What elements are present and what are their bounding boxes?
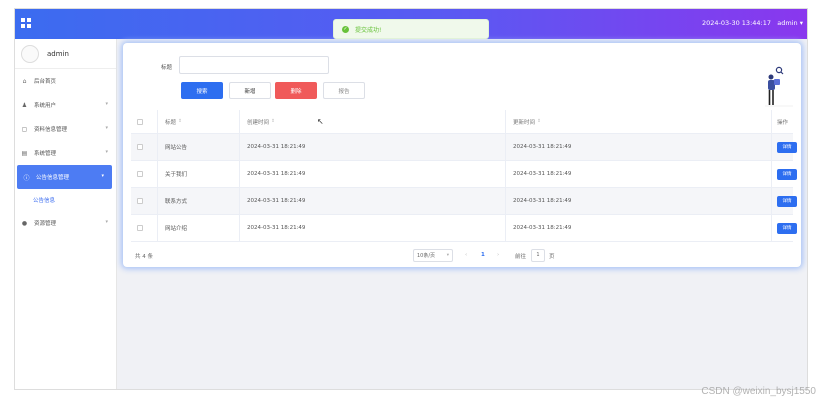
success-toast: ✓ 提交成功!: [333, 19, 489, 39]
column-header-updated[interactable]: 更新时间 ⇕: [513, 110, 541, 133]
table-row: 联系方式 2024-03-31 18:21:49 2024-03-31 18:21:…: [131, 188, 797, 215]
cell-created: 2024-03-31 18:21:49: [247, 225, 306, 231]
sidebar: admin ⌂ 后台首页 ♟ 系统用户 ▾ ▢ 资料信息管理 ▾ ▤ 系统管理 ▾ ⓘ 公告信息管理 ▾ 公…: [15, 39, 117, 389]
chevron-down-icon: ▾: [105, 101, 108, 107]
chevron-down-icon: ▾: [101, 173, 104, 179]
prev-page-button[interactable]: ‹: [465, 252, 467, 258]
app-window: 2024-03-30 13:44:17 admin ▾ ✓ 提交成功! admi…: [14, 8, 808, 390]
sidebar-subitem-notice[interactable]: 公告信息: [15, 189, 116, 211]
row-checkbox[interactable]: [137, 171, 143, 177]
watermark-text: CSDN @weixin_bysj1550: [701, 386, 816, 397]
sidebar-menu: ⌂ 后台首页 ♟ 系统用户 ▾ ▢ 资料信息管理 ▾ ▤ 系统管理 ▾ ⓘ 公告信息管理 ▾ 公告信息 ● 资源…: [15, 69, 116, 235]
column-header-title[interactable]: 标题 ⇕: [165, 110, 182, 133]
table-body: 网站公告 2024-03-31 18:21:49 2024-03-31 18:21:…: [131, 134, 797, 242]
chevron-down-icon: ▾: [446, 253, 449, 258]
mouse-cursor-icon: ↖: [317, 117, 324, 126]
sidebar-user-name: admin: [47, 49, 69, 58]
page-size-select[interactable]: 10条/页 ▾: [413, 249, 453, 262]
sidebar-user: admin: [15, 39, 116, 69]
sidebar-item-label: 系统用户: [34, 103, 57, 109]
sidebar-item-label: 后台首页: [34, 79, 57, 85]
chevron-down-icon: ▾: [105, 149, 108, 155]
notice-table: 标题 ⇕ 创建时间 ⇕ 更新时间 ⇕ 操作 网站公告 2024-03-31 18:21:…: [131, 110, 797, 242]
table-row: 网站公告 2024-03-31 18:21:49 2024-03-31 18:21:…: [131, 134, 797, 161]
row-checkbox[interactable]: [137, 198, 143, 204]
toast-message: 提交成功!: [355, 26, 382, 34]
pagination-total: 共 4 条: [135, 254, 153, 260]
sidebar-item[interactable]: ▤ 系统管理 ▾: [15, 141, 116, 165]
detail-button[interactable]: 详情: [777, 222, 797, 234]
chevron-down-icon: ▾: [105, 125, 108, 131]
sidebar-item-label: 资源管理: [34, 221, 57, 227]
table-header-row: 标题 ⇕ 创建时间 ⇕ 更新时间 ⇕ 操作: [131, 110, 793, 134]
avatar: [21, 44, 39, 63]
cell-updated: 2024-03-31 18:21:49: [513, 198, 572, 204]
grid-menu-icon[interactable]: [21, 18, 31, 28]
sort-icon: ⇕: [271, 119, 275, 124]
detail-button[interactable]: 详情: [777, 168, 797, 180]
sort-icon: ⇕: [178, 119, 182, 124]
location-icon: ●: [21, 219, 28, 227]
title-search-label: 标题: [161, 65, 173, 71]
cell-title: 网站介绍: [165, 226, 188, 232]
report-button[interactable]: 报告: [323, 82, 365, 99]
content-card: 标题 搜索 新增 删除 报告 标题 ⇕ 创建时间 ⇕ 更新时间 ⇕ 操作 网站公…: [123, 43, 801, 267]
next-page-button[interactable]: ›: [497, 252, 499, 258]
page-number-current[interactable]: 1: [481, 252, 485, 258]
check-circle-icon: ✓: [342, 25, 349, 33]
cell-title: 联系方式: [165, 199, 188, 205]
table-row: 关于我们 2024-03-31 18:21:49 2024-03-31 18:21:…: [131, 161, 797, 188]
cell-updated: 2024-03-31 18:21:49: [513, 225, 572, 231]
sidebar-item[interactable]: ▢ 资料信息管理 ▾: [15, 117, 116, 141]
cell-updated: 2024-03-31 18:21:49: [513, 171, 572, 177]
search-button[interactable]: 搜索: [181, 82, 223, 99]
info-icon: ⓘ: [23, 174, 30, 182]
sidebar-item[interactable]: ⓘ 公告信息管理 ▾: [17, 165, 112, 189]
row-checkbox[interactable]: [137, 225, 143, 231]
home-icon: ⌂: [22, 77, 27, 85]
search-illustration-icon: [765, 66, 793, 107]
sidebar-item[interactable]: ● 资源管理 ▾: [15, 211, 116, 235]
file-icon: ▤: [21, 149, 28, 157]
cell-created: 2024-03-31 18:21:49: [247, 171, 306, 177]
goto-page-input[interactable]: 1: [531, 249, 545, 262]
goto-label: 前往: [515, 254, 527, 260]
sidebar-item[interactable]: ♟ 系统用户 ▾: [15, 93, 116, 117]
sort-icon: ⇕: [537, 119, 541, 124]
table-row: 网站介绍 2024-03-31 18:21:49 2024-03-31 18:21:…: [131, 215, 797, 242]
select-all-checkbox[interactable]: [137, 118, 143, 125]
page-unit-label: 页: [549, 254, 555, 260]
sidebar-item[interactable]: ⌂ 后台首页: [15, 69, 116, 93]
sidebar-item-label: 系统管理: [34, 151, 57, 157]
calendar-icon: ▢: [21, 125, 28, 133]
title-search-input[interactable]: [179, 56, 329, 74]
add-button[interactable]: 新增: [229, 82, 271, 99]
cell-updated: 2024-03-31 18:21:49: [513, 144, 572, 150]
sidebar-item-label: 公告信息管理: [36, 175, 70, 181]
header-datetime: 2024-03-30 13:44:17: [701, 19, 771, 27]
detail-button[interactable]: 详情: [777, 195, 797, 207]
sidebar-item-label: 资料信息管理: [34, 127, 68, 133]
user-icon: ♟: [21, 101, 28, 109]
column-header-created[interactable]: 创建时间 ⇕: [247, 110, 275, 133]
cell-title: 网站公告: [165, 145, 188, 151]
column-header-operation: 操作: [777, 119, 789, 126]
chevron-down-icon: ▾: [105, 219, 108, 225]
row-checkbox[interactable]: [137, 144, 143, 150]
delete-button[interactable]: 删除: [275, 82, 317, 99]
pagination: 共 4 条 10条/页 ▾ ‹ 1 › 前往 1 页: [131, 249, 793, 263]
cell-created: 2024-03-31 18:21:49: [247, 198, 306, 204]
user-dropdown[interactable]: admin ▾: [777, 19, 803, 27]
detail-button[interactable]: 详情: [777, 141, 797, 153]
cell-created: 2024-03-31 18:21:49: [247, 144, 306, 150]
cell-title: 关于我们: [165, 172, 188, 178]
